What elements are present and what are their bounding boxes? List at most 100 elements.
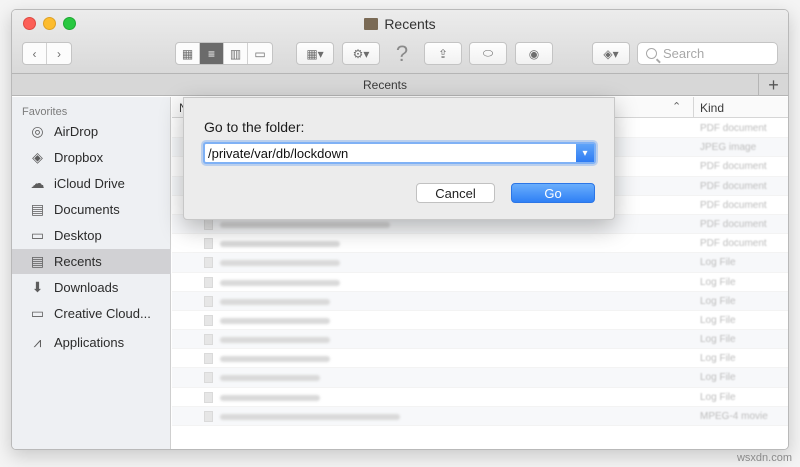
file-name-redacted	[220, 221, 390, 228]
file-name-redacted	[220, 356, 330, 363]
tags-button[interactable]: ⬭	[469, 42, 507, 65]
applications-icon: ⩘	[33, 334, 42, 350]
sidebar-item-downloads[interactable]: ⬇ Downloads	[12, 275, 171, 300]
file-kind: PDF document	[700, 238, 767, 250]
table-row[interactable]: Log File	[172, 330, 788, 350]
search-field[interactable]: Search	[637, 42, 778, 65]
sidebar-item-label: Desktop	[54, 228, 102, 243]
gallery-view-button[interactable]: ▭	[248, 43, 272, 64]
go-button[interactable]: Go	[511, 183, 595, 203]
column-view-button[interactable]: ▥	[224, 43, 248, 64]
kind-column-header[interactable]: Kind	[700, 101, 724, 115]
file-kind: Log File	[700, 276, 736, 288]
dropbox-icon: ◈▾	[603, 46, 619, 61]
tab-bar: Recents +	[12, 74, 788, 96]
sidebar-item-recents[interactable]: ▤ Recents	[12, 249, 171, 274]
table-row[interactable]: Log File	[172, 273, 788, 292]
forward-button[interactable]: ›	[47, 43, 71, 64]
table-row[interactable]: Log File	[172, 291, 788, 311]
sidebar-item-applications[interactable]: ⩘ Applications	[12, 330, 171, 355]
sidebar-item-desktop[interactable]: ▭ Desktop	[12, 223, 171, 248]
finder-window: Recents ‹ › ▦ ≡ ▥ ▭ ▦▾ ⚙▾ ? ⇪ ⬭ ◉ ◈▾ Sea…	[11, 9, 789, 450]
icon-view-button[interactable]: ▦	[176, 43, 200, 64]
sidebar-item-documents[interactable]: ▤ Documents	[12, 197, 171, 222]
file-name-redacted	[220, 337, 330, 344]
back-button[interactable]: ‹	[23, 43, 47, 64]
table-row[interactable]: Log File	[172, 388, 788, 407]
file-name-redacted	[220, 375, 320, 382]
downloads-icon: ⬇	[31, 279, 44, 295]
airdrop-icon: ◎	[31, 123, 44, 139]
go-to-folder-label: Go to the folder:	[204, 119, 305, 135]
table-row[interactable]: Log File	[172, 349, 788, 369]
table-row[interactable]: Log File	[172, 311, 788, 331]
tab-recents[interactable]: Recents	[12, 78, 758, 92]
file-icon	[204, 410, 213, 422]
table-row[interactable]: MPEG-4 movie	[172, 406, 788, 426]
path-history-dropdown[interactable]: ▾	[576, 144, 594, 162]
gallery-icon: ▭	[254, 46, 266, 61]
sidebar-item-label: Creative Cloud...	[54, 306, 151, 321]
quick-look-button[interactable]: ◉	[515, 42, 553, 65]
file-kind: Log File	[700, 257, 736, 269]
group-button[interactable]: ▦▾	[296, 42, 334, 65]
column-divider[interactable]	[693, 97, 694, 118]
chevron-left-icon: ‹	[32, 46, 37, 61]
file-kind: Log File	[700, 295, 736, 307]
file-kind: Log File	[700, 353, 736, 365]
eye-icon: ◉	[528, 46, 540, 61]
dropbox-icon: ◈	[32, 149, 43, 165]
folder-path-value: /private/var/db/lockdown	[208, 146, 349, 161]
desktop-icon: ▭	[30, 227, 45, 243]
file-name-redacted	[220, 298, 330, 305]
sidebar-item-icloud-drive[interactable]: ☁ iCloud Drive	[12, 171, 171, 196]
sidebar: Favorites ◎ AirDrop ◈ Dropbox ☁ iCloud D…	[12, 97, 171, 449]
folder-path-input[interactable]: /private/var/db/lockdown ▾	[203, 142, 596, 164]
tag-icon: ⬭	[482, 46, 494, 60]
sidebar-item-label: Documents	[54, 202, 120, 217]
action-button[interactable]: ⚙▾	[342, 42, 380, 65]
sidebar-item-label: Downloads	[54, 280, 119, 295]
file-kind: PDF document	[700, 218, 767, 230]
table-row[interactable]: Log File	[172, 253, 788, 273]
share-button[interactable]: ⇪	[424, 42, 462, 65]
cloud-icon: ☁	[30, 175, 45, 191]
columns-icon: ▥	[229, 46, 242, 61]
search-icon	[646, 48, 657, 59]
file-icon	[204, 353, 213, 365]
sidebar-item-label: iCloud Drive	[54, 176, 125, 191]
sidebar-item-dropbox[interactable]: ◈ Dropbox	[12, 145, 171, 170]
watermark: wsxdn.com	[736, 452, 792, 464]
file-icon	[204, 314, 213, 326]
dropbox-button[interactable]: ◈▾	[592, 42, 630, 65]
file-kind: JPEG image	[700, 142, 757, 154]
file-icon	[204, 238, 213, 250]
help-button[interactable]: ?	[391, 41, 413, 66]
file-icon	[204, 257, 213, 269]
share-icon: ⇪	[437, 46, 449, 61]
sidebar-item-label: AirDrop	[54, 124, 99, 139]
file-kind: Log File	[700, 314, 736, 326]
file-kind: Log File	[700, 372, 736, 384]
sidebar-item-creative-cloud[interactable]: ▭ Creative Cloud...	[12, 301, 171, 326]
cancel-button[interactable]: Cancel	[416, 183, 495, 203]
back-forward-control: ‹ ›	[22, 42, 72, 65]
file-kind: PDF document	[700, 161, 767, 173]
sidebar-heading-favorites: Favorites	[22, 106, 68, 118]
file-icon	[204, 391, 213, 403]
file-icon	[204, 218, 213, 230]
go-to-folder-sheet: Go to the folder: /private/var/db/lockdo…	[183, 97, 615, 220]
list-icon: ≡	[207, 46, 215, 61]
file-name-redacted	[220, 317, 330, 324]
file-icon	[204, 334, 213, 346]
title-bar: Recents ‹ › ▦ ≡ ▥ ▭ ▦▾ ⚙▾ ? ⇪ ⬭ ◉ ◈▾ Sea…	[12, 10, 788, 74]
file-kind: Log File	[700, 334, 736, 346]
chevron-up-icon: ⌃	[672, 101, 682, 113]
list-view-button[interactable]: ≡	[200, 43, 224, 64]
table-row[interactable]: Log File	[172, 368, 788, 388]
search-placeholder: Search	[663, 46, 705, 61]
table-row[interactable]: PDF document	[172, 234, 788, 254]
chevron-down-icon: ▾	[582, 147, 588, 159]
sidebar-item-airdrop[interactable]: ◎ AirDrop	[12, 119, 171, 144]
add-tab-button[interactable]: +	[758, 74, 788, 96]
